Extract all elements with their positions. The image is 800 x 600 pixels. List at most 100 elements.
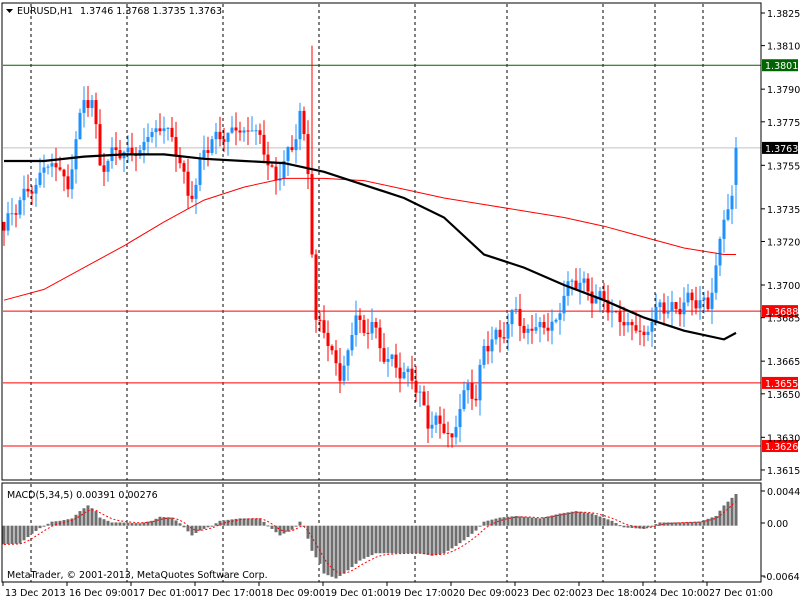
macd-histogram-bar xyxy=(2,525,6,545)
bear-candle xyxy=(638,330,642,332)
bull-candle xyxy=(646,331,650,336)
bear-candle xyxy=(486,345,490,352)
bear-candle xyxy=(374,321,378,328)
macd-signal-line xyxy=(3,501,737,574)
bull-candle xyxy=(386,358,390,362)
macd-histogram-bar xyxy=(230,519,234,526)
time-tick-label: 23 Dec 18:00 xyxy=(581,588,645,599)
macd-histogram-bar xyxy=(394,525,398,554)
macd-histogram-bar xyxy=(622,525,626,528)
bull-candle xyxy=(194,184,198,199)
bear-candle xyxy=(706,297,710,309)
bull-candle xyxy=(722,219,726,239)
macd-histogram-bar xyxy=(602,517,606,526)
macd-histogram-bar xyxy=(254,518,258,526)
bull-candle xyxy=(150,132,154,138)
bull-candle xyxy=(354,315,358,335)
bull-candle xyxy=(154,128,158,133)
macd-histogram-bar xyxy=(290,525,294,530)
macd-histogram-bar xyxy=(42,525,46,527)
bear-candle xyxy=(362,319,366,333)
bull-candle xyxy=(166,127,170,129)
bear-candle xyxy=(694,300,698,309)
macd-histogram-bar xyxy=(86,505,90,526)
bear-candle xyxy=(518,308,522,326)
dropdown-triangle-icon[interactable] xyxy=(6,9,13,13)
chart-canvas[interactable]: 1.38011.37631.36881.36551.36261.38251.38… xyxy=(0,0,800,600)
macd-histogram-bar xyxy=(358,525,362,561)
macd-histogram-bar xyxy=(654,524,658,526)
bear-candle xyxy=(474,398,478,401)
macd-histogram-bar xyxy=(74,514,78,526)
macd-histogram-bar xyxy=(130,522,134,526)
bear-candle xyxy=(414,380,418,393)
bull-candle xyxy=(38,172,42,185)
time-tick-label: 19 Dec 17:00 xyxy=(389,588,453,599)
price-tick-label: 1.3790 xyxy=(767,85,800,96)
bull-candle xyxy=(650,321,654,332)
bull-candle xyxy=(90,100,94,108)
bull-candle xyxy=(562,295,566,314)
macd-histogram-bar xyxy=(190,525,194,536)
bull-candle xyxy=(250,130,254,132)
bull-candle xyxy=(342,365,346,381)
bear-candle xyxy=(186,171,190,196)
macd-histogram-bar xyxy=(710,517,714,526)
bear-candle xyxy=(334,350,338,364)
price-tick-label: 1.3665 xyxy=(767,357,800,368)
bull-candle xyxy=(734,147,738,185)
bull-candle xyxy=(22,188,26,201)
bull-candle xyxy=(482,345,486,365)
bear-candle xyxy=(218,131,222,140)
macd-histogram-bar xyxy=(458,525,462,544)
macd-histogram-bar xyxy=(474,525,478,531)
time-axis[interactable]: 13 Dec 2013 16 Dec 09:00 17 Dec 01:00 17 De… xyxy=(2,582,773,599)
bull-candle xyxy=(458,409,462,428)
macd-histogram-bar xyxy=(98,517,102,526)
macd-histogram-bar xyxy=(202,525,206,529)
price-tick-label: 1.3615 xyxy=(767,466,800,477)
price-axis[interactable]: 1.38011.37631.36881.36551.36261.38251.38… xyxy=(761,9,800,583)
horizontal-levels[interactable] xyxy=(3,64,761,447)
macd-histogram-bar xyxy=(170,517,174,526)
bull-candle xyxy=(294,139,298,151)
macd-histogram-bar xyxy=(122,522,126,526)
bull-candle xyxy=(390,354,394,359)
macd-histogram-bar xyxy=(102,519,106,526)
macd-histogram-bar xyxy=(14,525,18,544)
bear-candle xyxy=(302,110,306,135)
bear-candle xyxy=(634,325,638,331)
macd-pane xyxy=(2,493,738,579)
macd-histogram-bar xyxy=(262,521,266,526)
bull-candle xyxy=(570,280,574,282)
macd-histogram-bar xyxy=(370,525,374,556)
bear-candle xyxy=(14,213,18,215)
macd-tick-label: 0.00 xyxy=(767,519,788,530)
macd-histogram-bar xyxy=(66,519,70,526)
bull-candle xyxy=(554,319,558,322)
price-tick-label: 1.3775 xyxy=(767,118,800,129)
bull-candle xyxy=(418,391,422,393)
macd-histogram-bar xyxy=(70,518,74,526)
price-badge-label: 1.3655 xyxy=(765,379,798,390)
price-tick-label: 1.3685 xyxy=(767,314,800,325)
macd-histogram-bar xyxy=(418,525,422,554)
bear-candle xyxy=(502,337,506,339)
macd-histogram-bar xyxy=(78,511,82,526)
bull-candle xyxy=(666,311,670,314)
time-tick-label: 13 Dec 2013 xyxy=(5,588,66,599)
bull-candle xyxy=(254,130,258,132)
macd-histogram-bar xyxy=(614,522,618,526)
macd-histogram-bar xyxy=(414,525,418,554)
ohlc-readout: 1.3746 1.3768 1.3735 1.3763 xyxy=(80,6,222,17)
macd-histogram-bar xyxy=(430,525,434,556)
macd-histogram-bar xyxy=(566,512,570,526)
bull-candle xyxy=(514,308,518,310)
bear-candle xyxy=(102,165,106,172)
macd-histogram-bar xyxy=(546,516,550,526)
price-tick-label: 1.3825 xyxy=(767,9,800,20)
macd-histogram-bar xyxy=(314,525,318,558)
bear-candle xyxy=(290,147,294,151)
bull-candle xyxy=(534,327,538,331)
macd-histogram-bar xyxy=(346,525,350,571)
